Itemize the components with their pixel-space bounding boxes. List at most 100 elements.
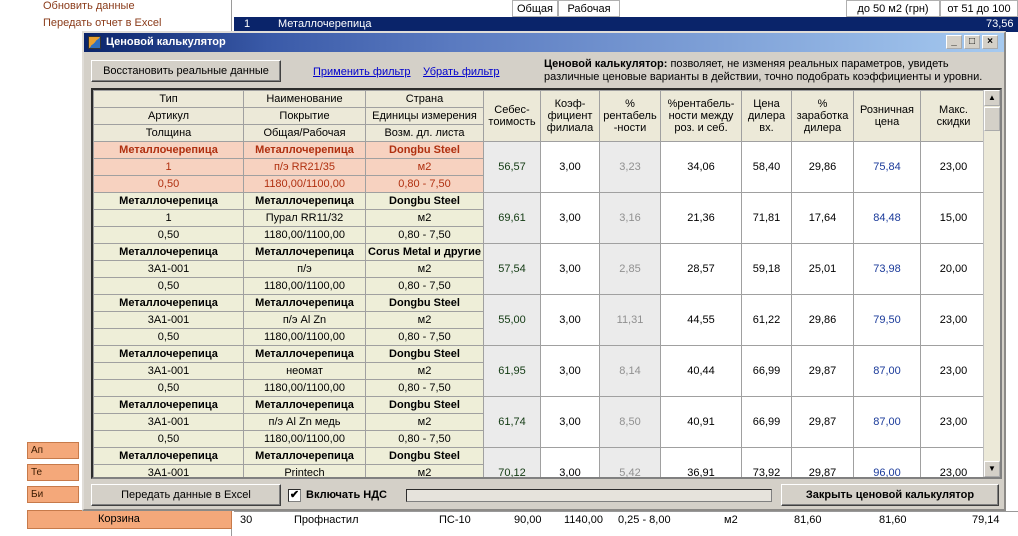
grid-cell-retail[interactable]: 84,48	[853, 192, 921, 244]
grid-header-cell[interactable]: Единицы измерения	[365, 107, 484, 125]
grid-cell-country[interactable]: Dongbu Steel	[365, 345, 484, 363]
grid-header-cell[interactable]: Макс. скидки	[920, 90, 987, 142]
grid-cell-disc[interactable]: 23,00	[920, 447, 987, 477]
grid-cell-rent[interactable]: 8,14	[599, 345, 661, 397]
grid-header-cell[interactable]: Наименование	[243, 90, 366, 108]
grid-cell-dealer[interactable]: 66,99	[741, 345, 792, 397]
grid-cell-disc[interactable]: 23,00	[920, 141, 987, 193]
apply-filter-link[interactable]: Применить фильтр	[313, 66, 411, 78]
table-row[interactable]: Металлочерепица Металлочерепица Corus Meta…	[93, 243, 987, 295]
export-excel-button[interactable]: Передать данные в Excel	[91, 484, 281, 506]
grid-cell-art[interactable]: 3А1-001	[93, 413, 244, 431]
close-window-button[interactable]: ×	[982, 35, 998, 49]
grid-cell-rent2[interactable]: 34,06	[660, 141, 742, 193]
grid-cell-dz[interactable]: 29,87	[791, 447, 854, 477]
grid-cell-cost[interactable]: 55,00	[483, 294, 541, 346]
bg-side-button[interactable]: Те	[27, 464, 79, 481]
grid-cell-k[interactable]: 3,00	[540, 192, 600, 244]
grid-cell-unit[interactable]: м2	[365, 209, 484, 227]
grid-cell-retail[interactable]: 79,50	[853, 294, 921, 346]
grid-cell-rent[interactable]: 5,42	[599, 447, 661, 477]
grid-cell-cover[interactable]: п/э Al Zn	[243, 311, 366, 329]
grid-cell-type[interactable]: Металлочерепица	[93, 447, 244, 465]
grid-cell-dz[interactable]: 29,87	[791, 345, 854, 397]
grid-header-cell[interactable]: Возм. дл. листа	[365, 124, 484, 142]
grid-cell-rent2[interactable]: 28,57	[660, 243, 742, 295]
grid-cell-cover[interactable]: п/э Al Zn медь	[243, 413, 366, 431]
grid-cell-cover[interactable]: неомат	[243, 362, 366, 380]
scroll-thumb[interactable]	[984, 107, 1000, 131]
restore-data-button[interactable]: Восстановить реальные данные	[91, 60, 281, 82]
grid-cell-dz[interactable]: 17,64	[791, 192, 854, 244]
grid-cell-size[interactable]: 1180,00/1100,00	[243, 277, 366, 295]
grid-cell-unit[interactable]: м2	[365, 413, 484, 431]
grid-cell-type[interactable]: Металлочерепица	[93, 294, 244, 312]
grid-cell-cover[interactable]: п/э RR21/35	[243, 158, 366, 176]
grid-cell-type[interactable]: Металлочерепица	[93, 192, 244, 210]
grid-cell-cover[interactable]: Printech	[243, 464, 366, 477]
grid-header-cell[interactable]: % заработка дилера	[791, 90, 854, 142]
grid-cell-k[interactable]: 3,00	[540, 396, 600, 448]
grid-cell-size[interactable]: 1180,00/1100,00	[243, 328, 366, 346]
vertical-scrollbar[interactable]: ▲ ▼	[983, 90, 1000, 477]
grid-cell-retail[interactable]: 96,00	[853, 447, 921, 477]
grid-cell-unit[interactable]: м2	[365, 158, 484, 176]
grid-cell-size[interactable]: 1180,00/1100,00	[243, 226, 366, 244]
grid-cell-rent[interactable]: 2,85	[599, 243, 661, 295]
grid-cell-len[interactable]: 0,80 - 7,50	[365, 328, 484, 346]
grid-cell-name[interactable]: Металлочерепица	[243, 141, 366, 159]
grid-cell-dealer[interactable]: 71,81	[741, 192, 792, 244]
grid-header-cell[interactable]: Коэф- фициент филиала	[540, 90, 600, 142]
grid-header-cell[interactable]: Цена дилера вх.	[741, 90, 792, 142]
grid-cell-retail[interactable]: 87,00	[853, 396, 921, 448]
table-row[interactable]: Металлочерепица Металлочерепица Dongbu Ste…	[93, 141, 987, 193]
grid-cell-unit[interactable]: м2	[365, 464, 484, 477]
grid-cell-k[interactable]: 3,00	[540, 294, 600, 346]
grid-header-cell[interactable]: Покрытие	[243, 107, 366, 125]
grid-cell-thick[interactable]: 0,50	[93, 430, 244, 448]
grid-header-cell[interactable]: Общая/Рабочая	[243, 124, 366, 142]
grid-cell-size[interactable]: 1180,00/1100,00	[243, 379, 366, 397]
minimize-button[interactable]: _	[946, 35, 962, 49]
remove-filter-link[interactable]: Убрать фильтр	[423, 66, 500, 78]
grid-cell-unit[interactable]: м2	[365, 362, 484, 380]
grid-cell-k[interactable]: 3,00	[540, 243, 600, 295]
bg-selected-row[interactable]: 1 Металлочерепица 73,56	[234, 17, 1018, 32]
grid-cell-thick[interactable]: 0,50	[93, 226, 244, 244]
grid-cell-rent2[interactable]: 36,91	[660, 447, 742, 477]
grid-cell-thick[interactable]: 0,50	[93, 328, 244, 346]
grid-cell-rent2[interactable]: 40,91	[660, 396, 742, 448]
grid-header-cell[interactable]: Артикул	[93, 107, 244, 125]
grid-cell-dz[interactable]: 29,87	[791, 396, 854, 448]
grid-cell-dz[interactable]: 29,86	[791, 141, 854, 193]
grid-cell-cost[interactable]: 61,74	[483, 396, 541, 448]
grid-cell-type[interactable]: Металлочерепица	[93, 243, 244, 261]
grid-cell-cost[interactable]: 56,57	[483, 141, 541, 193]
grid-cell-len[interactable]: 0,80 - 7,50	[365, 430, 484, 448]
grid-cell-art[interactable]: 3А1-001	[93, 464, 244, 477]
grid-cell-country[interactable]: Dongbu Steel	[365, 294, 484, 312]
grid-cell-rent2[interactable]: 21,36	[660, 192, 742, 244]
grid-cell-cost[interactable]: 69,61	[483, 192, 541, 244]
scroll-up-icon[interactable]: ▲	[984, 90, 1000, 106]
grid-cell-type[interactable]: Металлочерепица	[93, 345, 244, 363]
grid-cell-country[interactable]: Dongbu Steel	[365, 447, 484, 465]
window-titlebar[interactable]: Ценовой калькулятор _ □ ×	[84, 33, 1004, 52]
grid-cell-thick[interactable]: 0,50	[93, 379, 244, 397]
grid-cell-dz[interactable]: 25,01	[791, 243, 854, 295]
grid-cell-country[interactable]: Dongbu Steel	[365, 141, 484, 159]
grid-cell-disc[interactable]: 23,00	[920, 294, 987, 346]
grid-cell-art[interactable]: 1	[93, 158, 244, 176]
grid-cell-name[interactable]: Металлочерепица	[243, 192, 366, 210]
grid-cell-art[interactable]: 3А1-001	[93, 311, 244, 329]
grid-cell-name[interactable]: Металлочерепица	[243, 396, 366, 414]
grid-cell-dealer[interactable]: 58,40	[741, 141, 792, 193]
bg-side-button[interactable]: Би	[27, 486, 79, 503]
grid-cell-unit[interactable]: м2	[365, 311, 484, 329]
grid-cell-disc[interactable]: 23,00	[920, 396, 987, 448]
bg-side-button[interactable]: Ап	[27, 442, 79, 459]
grid-cell-name[interactable]: Металлочерепица	[243, 294, 366, 312]
grid-cell-name[interactable]: Металлочерепица	[243, 447, 366, 465]
grid-cell-len[interactable]: 0,80 - 7,50	[365, 277, 484, 295]
table-row[interactable]: Металлочерепица Металлочерепица Dongbu Ste…	[93, 192, 987, 244]
